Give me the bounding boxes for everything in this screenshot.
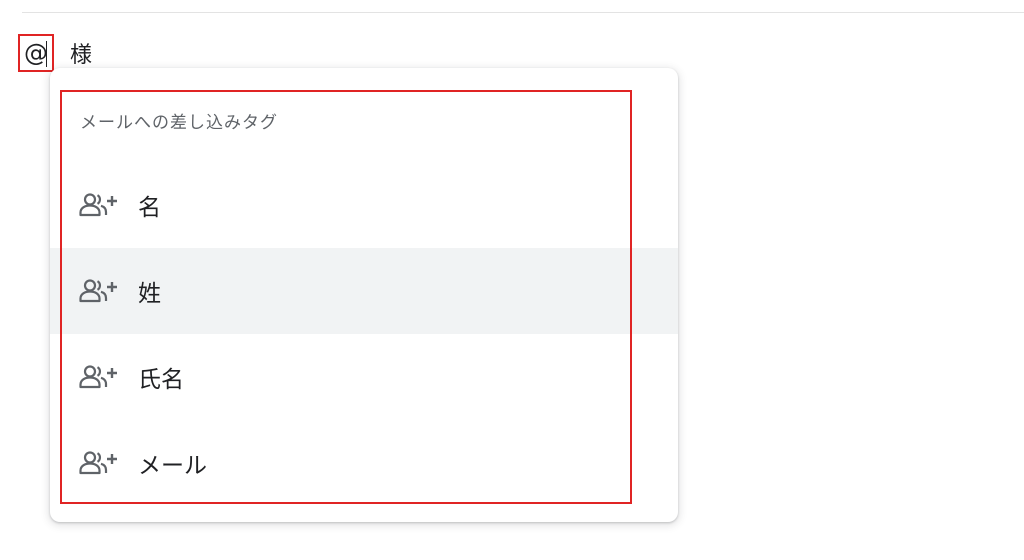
menu-item-label: 氏名 [138,367,184,393]
menu-item-label: 名 [138,195,161,221]
page: @ 様 メールへの差し込みタグ 名 姓 氏名 メール [0,0,1024,560]
menu-item-email[interactable]: メール [50,420,678,506]
email-body-line[interactable]: @ 様 [18,34,92,72]
menu-item-label: メール [138,453,207,479]
person-add-icon [78,191,120,219]
menu-item-full-name[interactable]: 氏名 [50,334,678,420]
trigger-char-text: @ [24,39,48,67]
person-add-icon [78,363,120,391]
menu-item-last-name[interactable]: 姓 [50,248,678,334]
mention-trigger-char: @ [18,34,54,72]
honorific-text: 様 [70,43,93,68]
person-add-icon [78,449,120,477]
menu-item-first-name[interactable]: 名 [50,162,678,248]
divider [22,12,1024,13]
text-cursor [46,41,47,67]
menu-item-label: 姓 [138,281,161,307]
person-add-icon [78,277,120,305]
merge-tag-dropdown: メールへの差し込みタグ 名 姓 氏名 メール [50,68,678,522]
dropdown-heading: メールへの差し込みタグ [80,113,278,133]
